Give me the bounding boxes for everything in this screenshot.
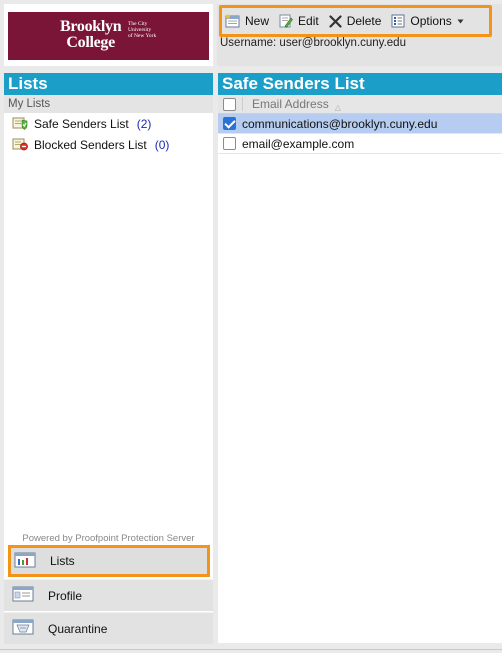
table-row[interactable]: email@example.com <box>218 134 502 154</box>
username-display: Username: user@brooklyn.cuny.edu <box>220 37 406 49</box>
brooklyn-college-logo: Brooklyn College The City University of … <box>8 12 209 60</box>
blocked-senders-count: (0) <box>154 137 170 152</box>
blocked-icon <box>12 136 28 154</box>
table-header: Email Address △ <box>218 95 502 114</box>
edit-button[interactable]: Edit <box>279 14 319 28</box>
logo-container: Brooklyn College The City University of … <box>4 4 213 66</box>
lists-panel: Lists My Lists Safe Senders List (2) Blo… <box>4 73 213 644</box>
edit-label: Edit <box>298 14 319 28</box>
lists-icon <box>14 552 36 571</box>
delete-button[interactable]: Delete <box>329 14 382 28</box>
row-checkbox[interactable] <box>223 137 236 150</box>
powered-by-text: Powered by Proofpoint Protection Server <box>22 533 195 544</box>
logo-name: Brooklyn College <box>60 18 122 51</box>
column-divider <box>242 97 243 111</box>
safe-senders-list-item[interactable]: Safe Senders List (2) <box>4 113 213 134</box>
options-label: Options <box>410 14 452 28</box>
nav-lists[interactable]: Lists <box>8 545 210 577</box>
safe-senders-count: (2) <box>136 116 152 131</box>
nav-profile[interactable]: Profile <box>4 579 213 611</box>
row-checkbox-checked[interactable] <box>223 117 236 130</box>
row-email: email@example.com <box>242 136 355 151</box>
shield-check-icon <box>12 115 28 133</box>
profile-icon <box>12 586 34 605</box>
delete-x-icon <box>329 14 342 28</box>
logo-subtitle: The City University of New York <box>128 21 162 39</box>
logo-name-line2: College <box>66 34 115 51</box>
delete-label: Delete <box>346 14 382 28</box>
safe-senders-panel-title: Safe Senders List <box>218 73 502 95</box>
options-icon <box>391 14 405 28</box>
safe-senders-panel: Safe Senders List Email Address △ commun… <box>218 73 502 643</box>
nav-quarantine-label: Quarantine <box>48 621 108 636</box>
chevron-down-icon <box>457 19 464 24</box>
table-row[interactable]: communications@brooklyn.cuny.edu <box>218 114 502 134</box>
my-lists-heading: My Lists <box>4 95 213 113</box>
nav-lists-label: Lists <box>50 554 75 568</box>
logo-name-line1: Brooklyn <box>60 18 122 35</box>
safe-senders-label: Safe Senders List <box>34 116 129 131</box>
toolbar: New Edit Delete Options <box>219 5 492 37</box>
blocked-senders-label: Blocked Senders List <box>34 137 147 152</box>
quarantine-icon <box>12 619 34 638</box>
window-bottom-border <box>0 649 502 650</box>
logo-sub-line3: of New York <box>128 33 157 39</box>
edit-icon <box>279 14 293 28</box>
nav-quarantine[interactable]: Quarantine <box>4 612 213 644</box>
options-button[interactable]: Options <box>391 14 464 28</box>
sort-ascending-icon: △ <box>334 102 341 112</box>
new-label: New <box>245 14 270 28</box>
blocked-senders-list-item[interactable]: Blocked Senders List (0) <box>4 134 213 155</box>
new-button[interactable]: New <box>225 14 269 28</box>
email-address-column-header[interactable]: Email Address <box>252 97 329 111</box>
select-all-checkbox[interactable] <box>223 97 236 111</box>
nav-profile-label: Profile <box>48 588 83 603</box>
row-email: communications@brooklyn.cuny.edu <box>242 116 438 131</box>
new-icon <box>225 14 240 28</box>
lists-panel-title: Lists <box>4 73 213 95</box>
